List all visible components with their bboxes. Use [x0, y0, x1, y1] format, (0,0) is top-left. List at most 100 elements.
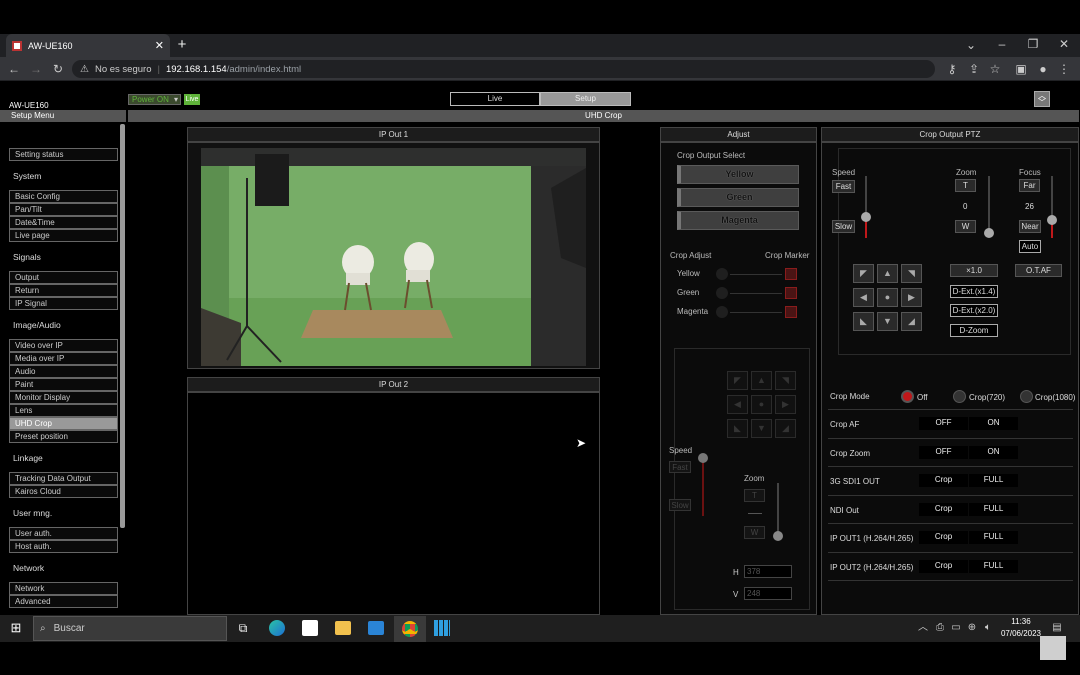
- crop-mode-1080-radio[interactable]: [1020, 390, 1033, 403]
- sidebar-item[interactable]: Live page: [9, 229, 118, 242]
- collapse-toggle-icon[interactable]: ︿ ﹀: [1034, 91, 1050, 107]
- sidebar-item[interactable]: Date&Time: [9, 216, 118, 229]
- new-tab-icon[interactable]: +: [174, 37, 190, 53]
- crop-setting-option-b[interactable]: FULL: [969, 502, 1018, 516]
- ptz-up-right-arrow-icon[interactable]: ◥: [901, 264, 922, 283]
- crop-setting-option-a[interactable]: OFF: [919, 417, 968, 430]
- sidebar-item[interactable]: Setting status: [9, 148, 118, 161]
- profile-icon[interactable]: ●: [1036, 61, 1050, 77]
- tray-meet-icon[interactable]: ⎙: [934, 620, 946, 636]
- side-panel-icon[interactable]: ▣: [1014, 61, 1028, 77]
- ptz-down-left-arrow-icon[interactable]: ◣: [853, 312, 874, 331]
- ptz-fast-button[interactable]: Fast: [832, 180, 855, 193]
- sidebar-item[interactable]: Tracking Data Output: [9, 472, 118, 485]
- sidebar-item[interactable]: Video over IP: [9, 339, 118, 352]
- ptz-zoom-slider[interactable]: [988, 176, 990, 234]
- crop-marker-checkbox[interactable]: [785, 306, 797, 318]
- crop-setting-option-b[interactable]: FULL: [969, 559, 1018, 573]
- sidebar-item[interactable]: Audio: [9, 365, 118, 378]
- ptz-slow-button[interactable]: Slow: [832, 220, 855, 233]
- adjust-zoom-knob[interactable]: [773, 531, 783, 541]
- crop-setting-option-a[interactable]: Crop: [919, 502, 968, 516]
- tray-chevron-icon[interactable]: ︿: [917, 620, 929, 636]
- adjust-up-right-arrow-icon[interactable]: ◥: [775, 371, 796, 390]
- ptz-far-button[interactable]: Far: [1019, 179, 1040, 192]
- tab-live[interactable]: Live: [450, 92, 540, 106]
- adjust-speed-slider[interactable]: [702, 456, 704, 516]
- crop-marker-checkbox[interactable]: [785, 268, 797, 280]
- ptz-right-arrow-icon[interactable]: ▶: [901, 288, 922, 307]
- ptz-down-arrow-icon[interactable]: ▼: [877, 312, 898, 331]
- adjust-up-left-arrow-icon[interactable]: ◤: [727, 371, 748, 390]
- dext-x20-button[interactable]: D-Ext.(x2.0): [950, 304, 998, 317]
- restore-icon[interactable]: ❐: [1025, 36, 1041, 52]
- crop-setting-option-a[interactable]: Crop: [919, 559, 968, 573]
- url-field[interactable]: ⚠ No es seguro | 192.168.1.154/admin/ind…: [72, 60, 935, 78]
- crop-setting-option-b[interactable]: ON: [969, 445, 1018, 459]
- adjust-down-left-arrow-icon[interactable]: ◣: [727, 419, 748, 438]
- adjust-up-arrow-icon[interactable]: ▲: [751, 371, 772, 390]
- adjust-slow-button[interactable]: Slow: [669, 499, 691, 511]
- tray-volume-icon[interactable]: 🔈︎: [982, 620, 994, 636]
- adjust-zoom-w-button[interactable]: W: [744, 526, 765, 539]
- crop-mode-off-radio[interactable]: [901, 390, 914, 403]
- forward-icon[interactable]: →: [28, 61, 44, 77]
- adjust-down-right-arrow-icon[interactable]: ◢: [775, 419, 796, 438]
- crop-output-button[interactable]: Magenta: [677, 211, 799, 230]
- adjust-left-arrow-icon[interactable]: ◀: [727, 395, 748, 414]
- sidebar-item[interactable]: Return: [9, 284, 118, 297]
- dext-x14-button[interactable]: D-Ext.(x1.4): [950, 285, 998, 298]
- crop-setting-option-a[interactable]: Crop: [919, 474, 968, 487]
- edge-icon[interactable]: [269, 620, 285, 636]
- sidebar-item[interactable]: Media over IP: [9, 352, 118, 365]
- ptz-near-button[interactable]: Near: [1019, 220, 1041, 233]
- sidebar-item[interactable]: IP Signal: [9, 297, 118, 310]
- sidebar-item[interactable]: Preset position: [9, 430, 118, 443]
- power-select[interactable]: Power ON ▾: [128, 94, 181, 105]
- ptz-up-left-arrow-icon[interactable]: ◤: [853, 264, 874, 283]
- windows-start-icon[interactable]: ⊞: [8, 620, 24, 636]
- taskbar-search[interactable]: ⌕ Buscar: [33, 616, 227, 641]
- crop-setting-option-b[interactable]: ON: [969, 417, 1018, 430]
- close-window-icon[interactable]: ✕: [1056, 36, 1072, 52]
- back-icon[interactable]: ←: [6, 61, 22, 77]
- mail-icon[interactable]: [368, 621, 384, 635]
- crop-output-button[interactable]: Green: [677, 188, 799, 207]
- dzoom-button[interactable]: D-Zoom: [950, 324, 998, 337]
- menu-kebab-icon[interactable]: ⋮: [1058, 61, 1070, 77]
- sidebar-item[interactable]: Paint: [9, 378, 118, 391]
- sidebar-item[interactable]: Basic Config: [9, 190, 118, 203]
- crop-output-button[interactable]: Yellow: [677, 165, 799, 184]
- tray-network-icon[interactable]: ⊕: [966, 620, 978, 636]
- ptz-left-arrow-icon[interactable]: ◀: [853, 288, 874, 307]
- sidebar-scrollbar[interactable]: [120, 124, 125, 528]
- adjust-zoom-slider[interactable]: [777, 483, 779, 537]
- ptz-zoom-t-button[interactable]: T: [955, 179, 976, 192]
- ptz-focus-slider[interactable]: [1051, 176, 1053, 220]
- adjust-right-arrow-icon[interactable]: ▶: [775, 395, 796, 414]
- sidebar-item[interactable]: Lens: [9, 404, 118, 417]
- adjust-fast-button[interactable]: Fast: [669, 461, 691, 473]
- ptz-home-icon[interactable]: ●: [877, 288, 898, 307]
- key-icon[interactable]: ⚷: [945, 61, 959, 77]
- file-explorer-icon[interactable]: [335, 621, 351, 635]
- tab-setup[interactable]: Setup: [540, 92, 631, 106]
- otaf-button[interactable]: O.T.AF: [1015, 264, 1062, 277]
- crop-adjust-dot[interactable]: [716, 287, 728, 299]
- sidebar-item[interactable]: User auth.: [9, 527, 118, 540]
- app-grid-icon[interactable]: [434, 620, 450, 636]
- h-input[interactable]: 378: [744, 565, 792, 578]
- crop-setting-option-b[interactable]: FULL: [969, 474, 1018, 487]
- crop-setting-option-a[interactable]: Crop: [919, 531, 968, 544]
- ptz-focus-knob[interactable]: [1047, 215, 1057, 225]
- tray-battery-icon[interactable]: ▭: [950, 620, 962, 636]
- notifications-icon[interactable]: ▤: [1050, 620, 1064, 636]
- browser-tab[interactable]: AW-UE160 ✕: [6, 34, 170, 57]
- crop-marker-checkbox[interactable]: [785, 287, 797, 299]
- ptz-zoom-w-button[interactable]: W: [955, 220, 976, 233]
- ptz-down-right-arrow-icon[interactable]: ◢: [901, 312, 922, 331]
- adjust-zoom-t-button[interactable]: T: [744, 489, 765, 502]
- reload-icon[interactable]: ↻: [50, 61, 66, 77]
- zoom-x1-button[interactable]: ×1.0: [950, 264, 998, 277]
- adjust-speed-knob[interactable]: [698, 453, 708, 463]
